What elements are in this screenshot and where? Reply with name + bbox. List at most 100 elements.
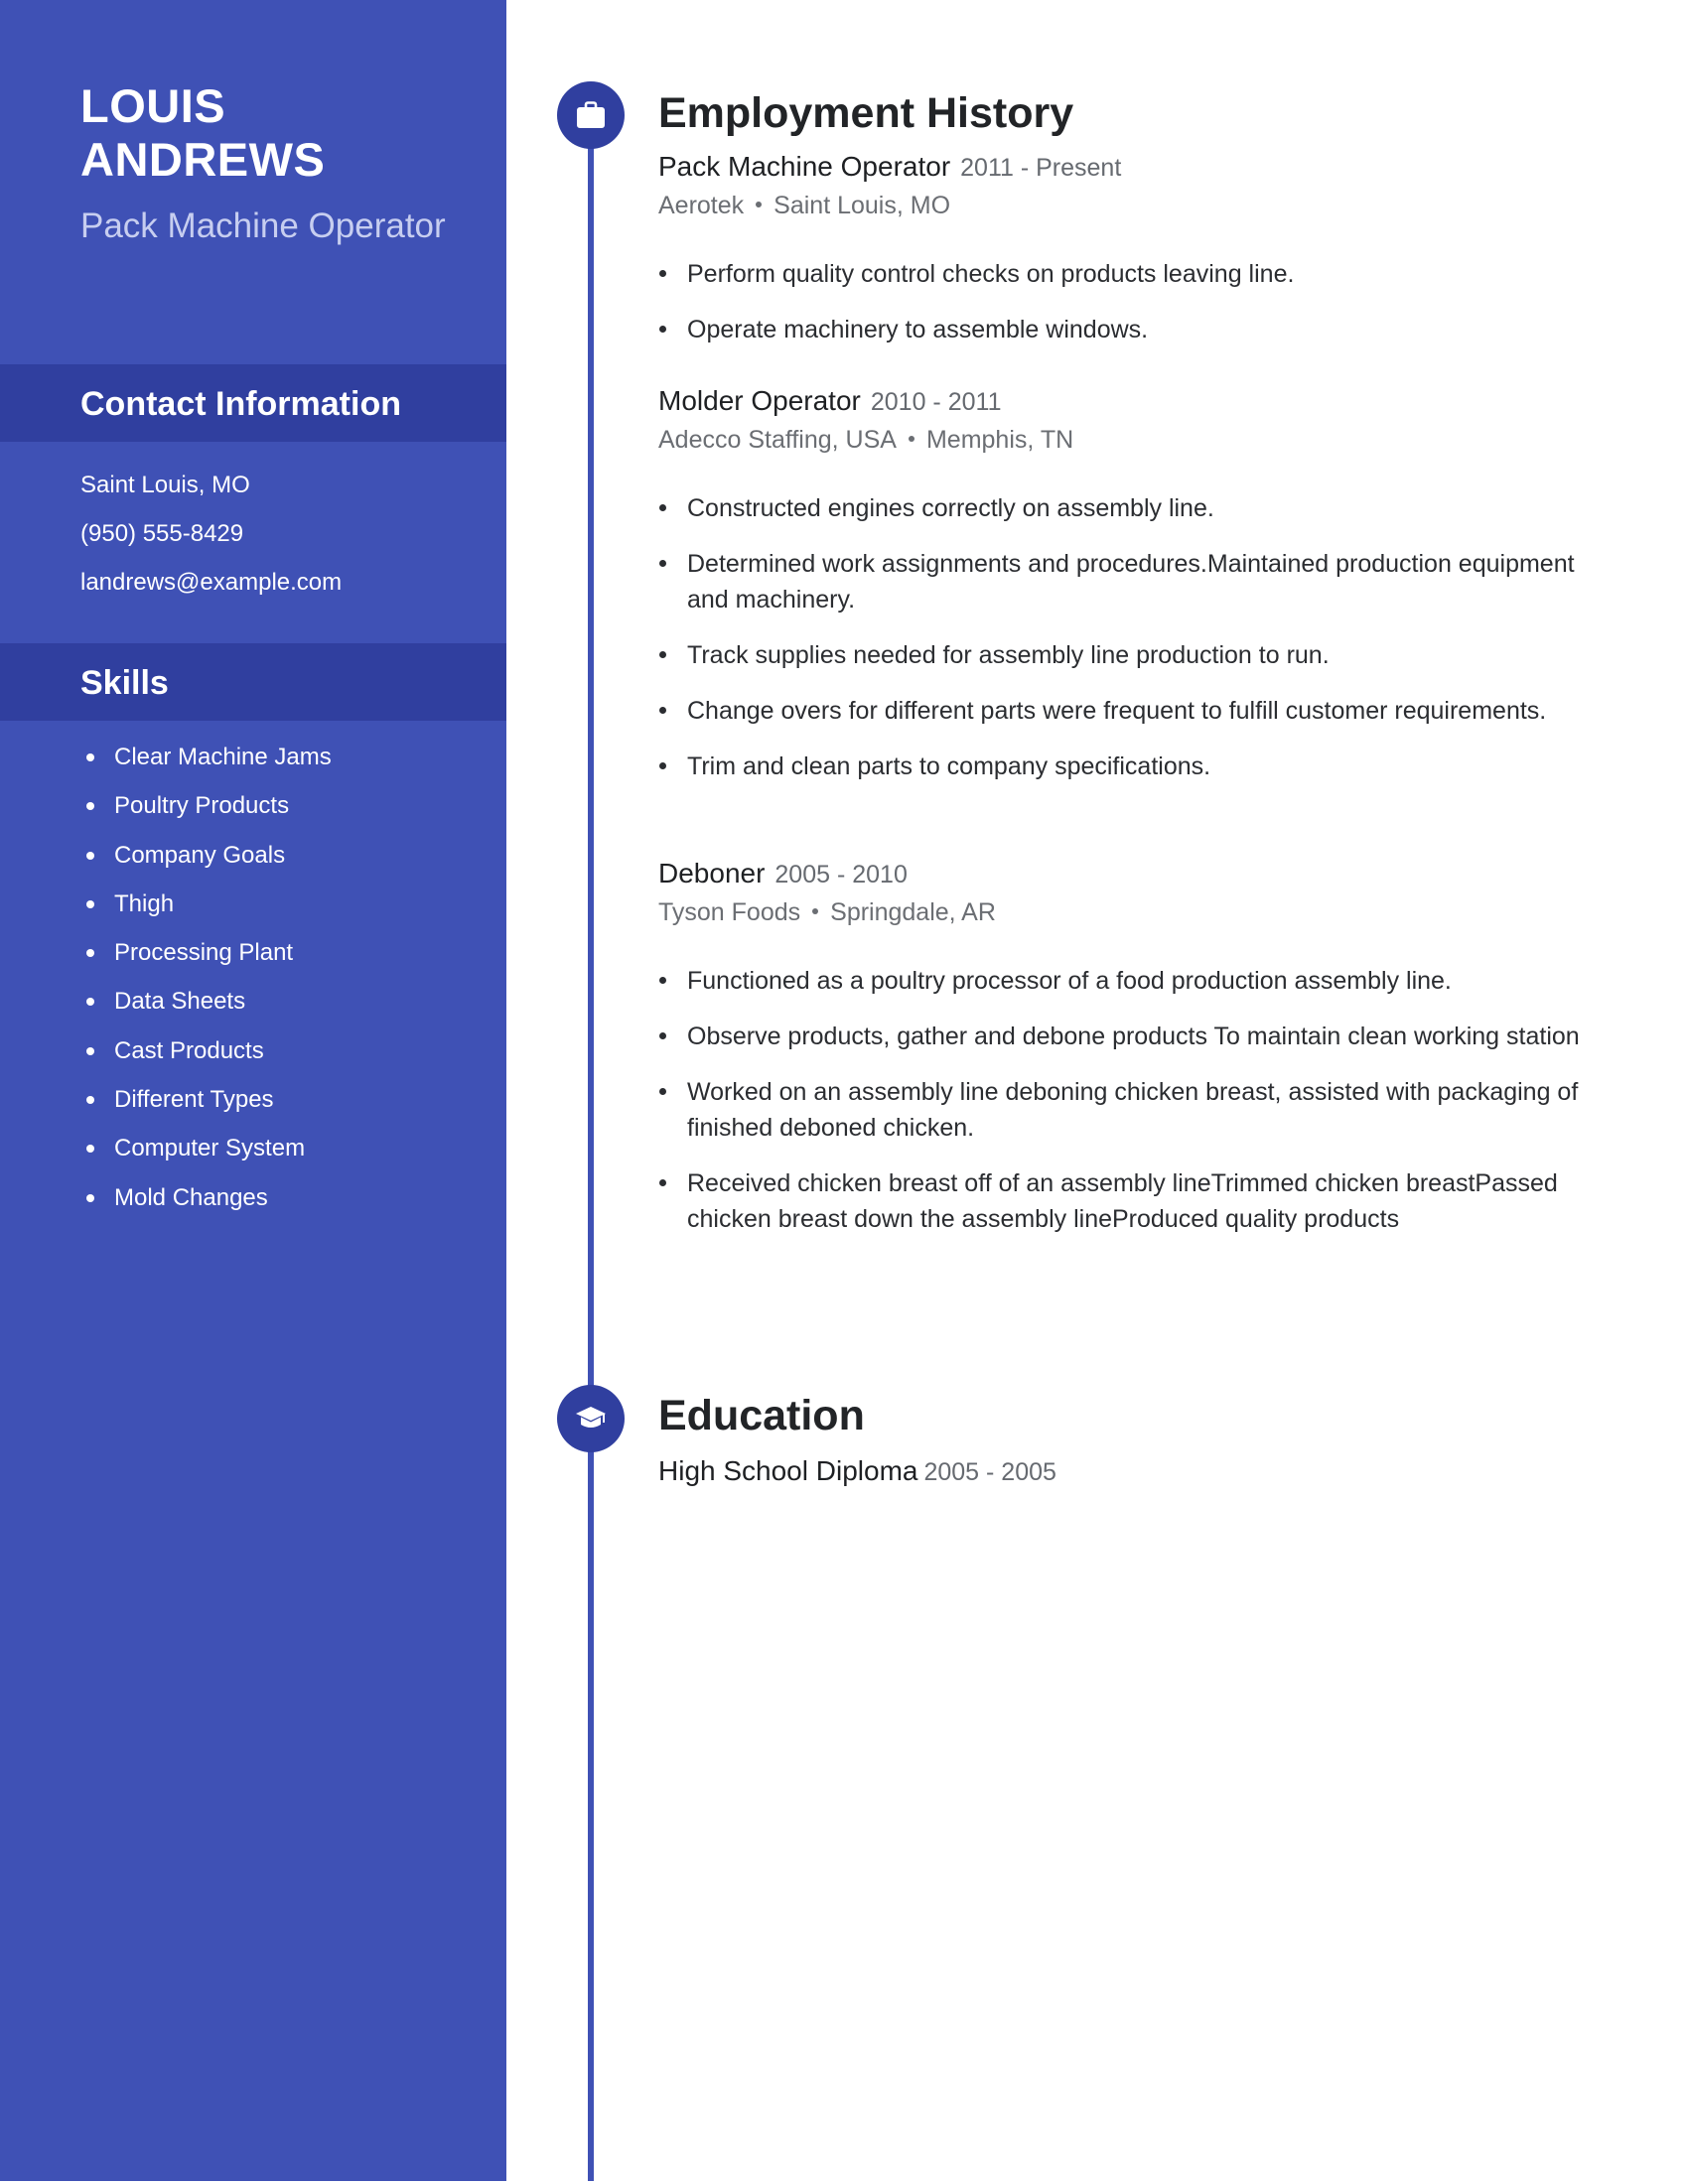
skill-item: Cast Products — [80, 1026, 497, 1075]
bullet-text: Observe products, gather and debone prod… — [687, 1023, 1580, 1050]
job-company: Aerotek — [658, 192, 745, 219]
bullet-icon — [86, 851, 94, 860]
contact-email[interactable]: landrews@example.com — [80, 558, 497, 607]
bullet-icon — [659, 326, 666, 333]
bullet-text: Operate machinery to assemble windows. — [687, 316, 1149, 343]
job-dates: 2010 - 2011 — [870, 388, 1002, 416]
bullet-icon — [659, 762, 666, 769]
skill-label: Cast Products — [114, 1036, 264, 1064]
briefcase-icon — [577, 101, 605, 128]
job-location: Saint Louis, MO — [774, 192, 951, 219]
job-dates: 2005 - 2010 — [774, 861, 908, 888]
job-bullets: Perform quality control checks on produc… — [658, 256, 1592, 347]
sidebar: LOUIS ANDREWS Pack Machine Operator Cont… — [0, 0, 506, 2181]
job-header: Deboner 2005 - 2010 — [658, 856, 1592, 892]
job-role: Deboner — [658, 858, 766, 888]
employment-heading: Employment History — [658, 89, 1074, 137]
job-bullet: Operate machinery to assemble windows. — [658, 312, 1592, 347]
job-bullet: Received chicken breast off of an assemb… — [658, 1165, 1592, 1237]
job-bullet: Track supplies needed for assembly line … — [658, 637, 1592, 673]
bullet-icon — [659, 651, 666, 658]
candidate-title: Pack Machine Operator — [80, 206, 446, 245]
skill-label: Different Types — [114, 1086, 274, 1114]
contact-location: Saint Louis, MO — [80, 472, 250, 498]
skill-item: Data Sheets — [80, 977, 497, 1025]
bullet-icon — [86, 998, 94, 1007]
skill-item: Processing Plant — [80, 928, 497, 977]
contact-section-header: Contact Information — [0, 364, 506, 442]
bullet-text: Worked on an assembly line deboning chic… — [687, 1078, 1579, 1142]
job-role: Pack Machine Operator — [658, 151, 951, 182]
separator-dot-icon — [756, 202, 763, 208]
job-bullet: Trim and clean parts to company specific… — [658, 749, 1592, 784]
job-entry: Deboner 2005 - 2010 Tyson Foods Springdale… — [658, 856, 1592, 1257]
job-bullets: Constructed engines correctly on assembl… — [658, 490, 1592, 784]
job-company-location: Tyson Foods Springdale, AR — [658, 894, 1592, 930]
job-location: Memphis, TN — [925, 426, 1074, 454]
bullet-icon — [86, 1193, 94, 1202]
job-company-location: Aerotek Saint Louis, MO — [658, 188, 1592, 223]
education-degree: High School Diploma — [658, 1455, 918, 1486]
bullet-icon — [659, 560, 666, 567]
skills-heading: Skills — [80, 664, 169, 702]
job-company-location: Adecco Staffing, USA Memphis, TN — [658, 422, 1592, 458]
skill-item: Different Types — [80, 1075, 497, 1124]
bullet-text: Perform quality control checks on produc… — [687, 260, 1295, 288]
skill-item: Clear Machine Jams — [80, 733, 497, 781]
graduation-cap-icon — [576, 1407, 606, 1428]
skill-label: Mold Changes — [114, 1183, 268, 1211]
job-company: Adecco Staffing, USA — [658, 426, 897, 454]
job-bullet: Change overs for different parts were fr… — [658, 693, 1592, 729]
bullet-text: Track supplies needed for assembly line … — [687, 641, 1330, 669]
skill-label: Poultry Products — [114, 792, 290, 820]
skill-item: Mold Changes — [80, 1173, 497, 1222]
skill-label: Thigh — [114, 889, 175, 917]
contact-phone[interactable]: (950) 555-8429 — [80, 509, 497, 558]
education-dates: 2005 - 2005 — [923, 1458, 1056, 1486]
job-bullet: Determined work assignments and procedur… — [658, 546, 1592, 617]
bullet-icon — [86, 949, 94, 958]
education-entry: High School Diploma 2005 - 2005 — [658, 1453, 1592, 1490]
education-heading: Education — [658, 1392, 865, 1439]
skill-label: Clear Machine Jams — [114, 744, 332, 770]
separator-dot-icon — [812, 908, 819, 915]
bullet-text: Change overs for different parts were fr… — [687, 697, 1547, 725]
job-bullet: Observe products, gather and debone prod… — [658, 1019, 1592, 1054]
bullet-icon — [659, 504, 666, 511]
skill-item: Computer System — [80, 1124, 497, 1172]
separator-dot-icon — [908, 436, 914, 443]
bullet-icon — [86, 802, 94, 811]
job-entry: Molder Operator 2010 - 2011 Adecco Staffi… — [658, 383, 1592, 804]
bullet-icon — [86, 1046, 94, 1055]
bullet-text: Trim and clean parts to company specific… — [687, 752, 1211, 780]
skill-item: Thigh — [80, 880, 497, 928]
bullet-icon — [86, 1145, 94, 1154]
job-bullet: Functioned as a poultry processor of a f… — [658, 963, 1592, 999]
timeline-line — [588, 119, 594, 2181]
job-bullet: Constructed engines correctly on assembl… — [658, 490, 1592, 526]
bullet-icon — [659, 1032, 666, 1039]
skill-item: Company Goals — [80, 831, 497, 880]
bullet-icon — [86, 1096, 94, 1105]
skill-label: Company Goals — [114, 841, 286, 869]
bullet-icon — [659, 1088, 666, 1095]
bullet-text: Functioned as a poultry processor of a f… — [687, 967, 1452, 995]
skills-section-header: Skills — [0, 643, 506, 721]
bullet-text: Determined work assignments and procedur… — [687, 550, 1575, 614]
skill-label: Computer System — [114, 1135, 306, 1162]
job-role: Molder Operator — [658, 385, 861, 416]
skills-list: Clear Machine Jams Poultry Products Comp… — [80, 733, 497, 1222]
bullet-icon — [659, 977, 666, 984]
job-location: Springdale, AR — [830, 898, 996, 926]
contact-heading: Contact Information — [80, 385, 401, 423]
bullet-text: Received chicken breast off of an assemb… — [687, 1169, 1558, 1233]
bullet-icon — [659, 707, 666, 714]
job-entry: Pack Machine Operator 2011 - Present Aero… — [658, 149, 1592, 367]
bullet-icon — [659, 1179, 666, 1186]
employment-node — [557, 81, 625, 149]
bullet-text: Constructed engines correctly on assembl… — [687, 494, 1214, 522]
job-bullet: Worked on an assembly line deboning chic… — [658, 1074, 1592, 1146]
job-dates: 2011 - Present — [960, 154, 1122, 182]
skill-label: Processing Plant — [114, 939, 294, 967]
bullet-icon — [86, 753, 94, 761]
